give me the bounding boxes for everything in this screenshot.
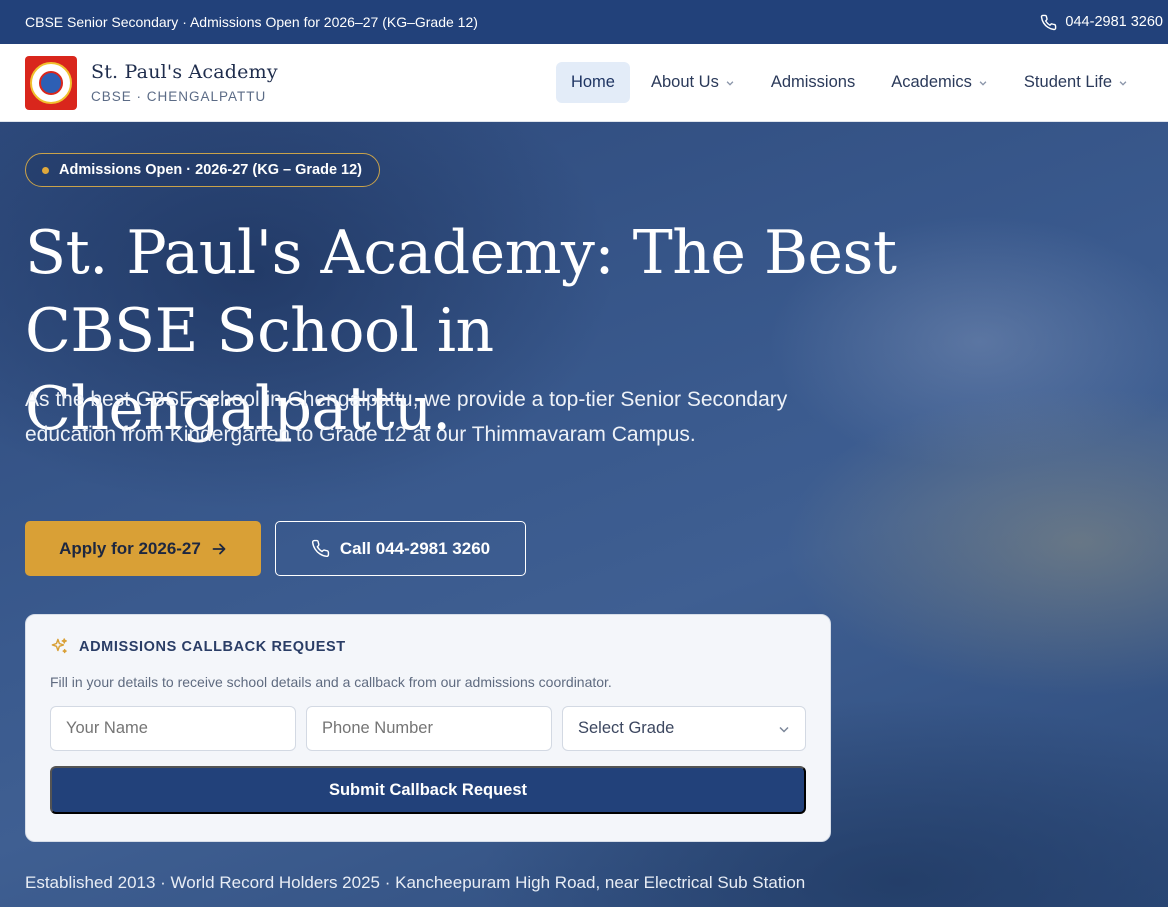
chevron-down-icon — [979, 80, 987, 86]
sparkle-icon — [51, 638, 67, 654]
chevron-down-icon — [779, 726, 789, 733]
nav-item-home[interactable]: Home — [555, 62, 630, 103]
main-navbar: St. Paul's Academy CBSE · CHENGALPATTU H… — [0, 44, 1168, 122]
nav-item-student-life[interactable]: Student Life — [1009, 62, 1143, 103]
hero-headline-line1: St. Paul's Academy: The Best — [25, 218, 897, 288]
topbar-phone-text: 044-2981 3260 — [1065, 14, 1163, 30]
chevron-down-icon — [726, 80, 734, 86]
nav-item-label: About Us — [650, 73, 719, 91]
grade-select-value: Select Grade — [578, 719, 675, 737]
arrow-right-icon — [212, 543, 226, 554]
admissions-open-badge: Admissions Open · 2026-27 (KG – Grade 12… — [25, 153, 380, 187]
hero-footnote: Established 2013 · World Record Holders … — [25, 873, 806, 892]
callback-form-title: ADMISSIONS CALLBACK REQUEST — [79, 638, 346, 655]
school-crest-logo — [25, 55, 77, 110]
nav-item-label: Home — [570, 73, 615, 91]
announcement-bar: CBSE Senior Secondary · Admissions Open … — [0, 0, 1168, 44]
nav-item-academics[interactable]: Academics — [876, 62, 1003, 103]
primary-nav: Home About Us Admissions Academics Stude… — [555, 62, 1143, 103]
submit-callback-button[interactable]: Submit Callback Request — [50, 766, 806, 814]
topbar-phone-link[interactable]: 044-2981 3260 — [1040, 14, 1163, 31]
brand-tagline: CBSE · CHENGALPATTU — [91, 89, 267, 104]
nav-item-label: Admissions — [770, 73, 856, 91]
nav-item-about-us[interactable]: About Us — [636, 62, 750, 103]
apply-button-label: Apply for 2026-27 — [59, 538, 201, 558]
announcement-text: CBSE Senior Secondary · Admissions Open … — [25, 14, 478, 30]
nav-item-label: Student Life — [1023, 73, 1112, 91]
chevron-down-icon — [1119, 80, 1127, 86]
phone-icon — [1041, 14, 1057, 30]
brand-name: St. Paul's Academy — [91, 61, 278, 83]
submit-callback-label: Submit Callback Request — [328, 780, 528, 799]
status-dot-icon — [42, 166, 49, 174]
hero-section: Admissions Open · 2026-27 (KG – Grade 12… — [0, 122, 1168, 907]
phone-icon — [311, 539, 329, 558]
callback-form-description: Fill in your details to receive school d… — [50, 674, 612, 690]
call-button-label: Call 044-2981 3260 — [339, 538, 491, 558]
phone-input[interactable] — [306, 706, 552, 751]
call-button[interactable]: Call 044-2981 3260 — [275, 521, 526, 576]
hero-lead: As the best CBSE school in Chengalpattu,… — [25, 388, 788, 446]
nav-item-label: Academics — [891, 73, 972, 91]
grade-select[interactable]: Select Grade — [562, 706, 806, 751]
brand-home-link[interactable]: St. Paul's Academy CBSE · CHENGALPATTU — [25, 55, 278, 110]
callback-request-form: ADMISSIONS CALLBACK REQUEST Fill in your… — [25, 614, 831, 842]
name-input[interactable] — [50, 706, 296, 751]
apply-button[interactable]: Apply for 2026-27 — [25, 521, 261, 576]
nav-item-admissions[interactable]: Admissions — [756, 62, 870, 103]
admissions-badge-text: Admissions Open · 2026-27 (KG – Grade 12… — [59, 162, 362, 178]
